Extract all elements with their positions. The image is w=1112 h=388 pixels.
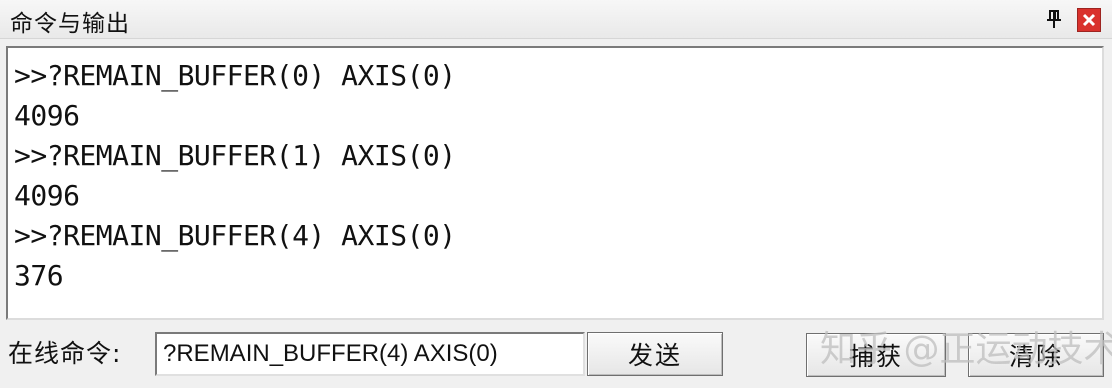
output-lines: >>?REMAIN_BUFFER(0) AXIS(0) 4096 >>?REMA…	[14, 56, 456, 296]
output-line: >>?REMAIN_BUFFER(4) AXIS(0)	[14, 219, 456, 252]
title-bar: 命令与输出	[0, 0, 1112, 39]
window-title: 命令与输出	[10, 11, 130, 37]
output-line: 4096	[14, 99, 80, 132]
command-input[interactable]	[155, 332, 585, 376]
output-line: 4096	[14, 179, 80, 212]
pin-icon[interactable]	[1043, 8, 1065, 30]
output-line: 376	[14, 259, 64, 292]
close-icon[interactable]	[1077, 8, 1101, 32]
send-button[interactable]: 发送	[587, 332, 723, 376]
command-label: 在线命令:	[8, 339, 122, 368]
clear-button[interactable]: 清除	[968, 333, 1104, 377]
capture-button[interactable]: 捕获	[806, 333, 946, 377]
output-line: >>?REMAIN_BUFFER(0) AXIS(0)	[14, 59, 456, 92]
output-line: >>?REMAIN_BUFFER(1) AXIS(0)	[14, 139, 456, 172]
output-panel[interactable]: >>?REMAIN_BUFFER(0) AXIS(0) 4096 >>?REMA…	[6, 46, 1104, 320]
